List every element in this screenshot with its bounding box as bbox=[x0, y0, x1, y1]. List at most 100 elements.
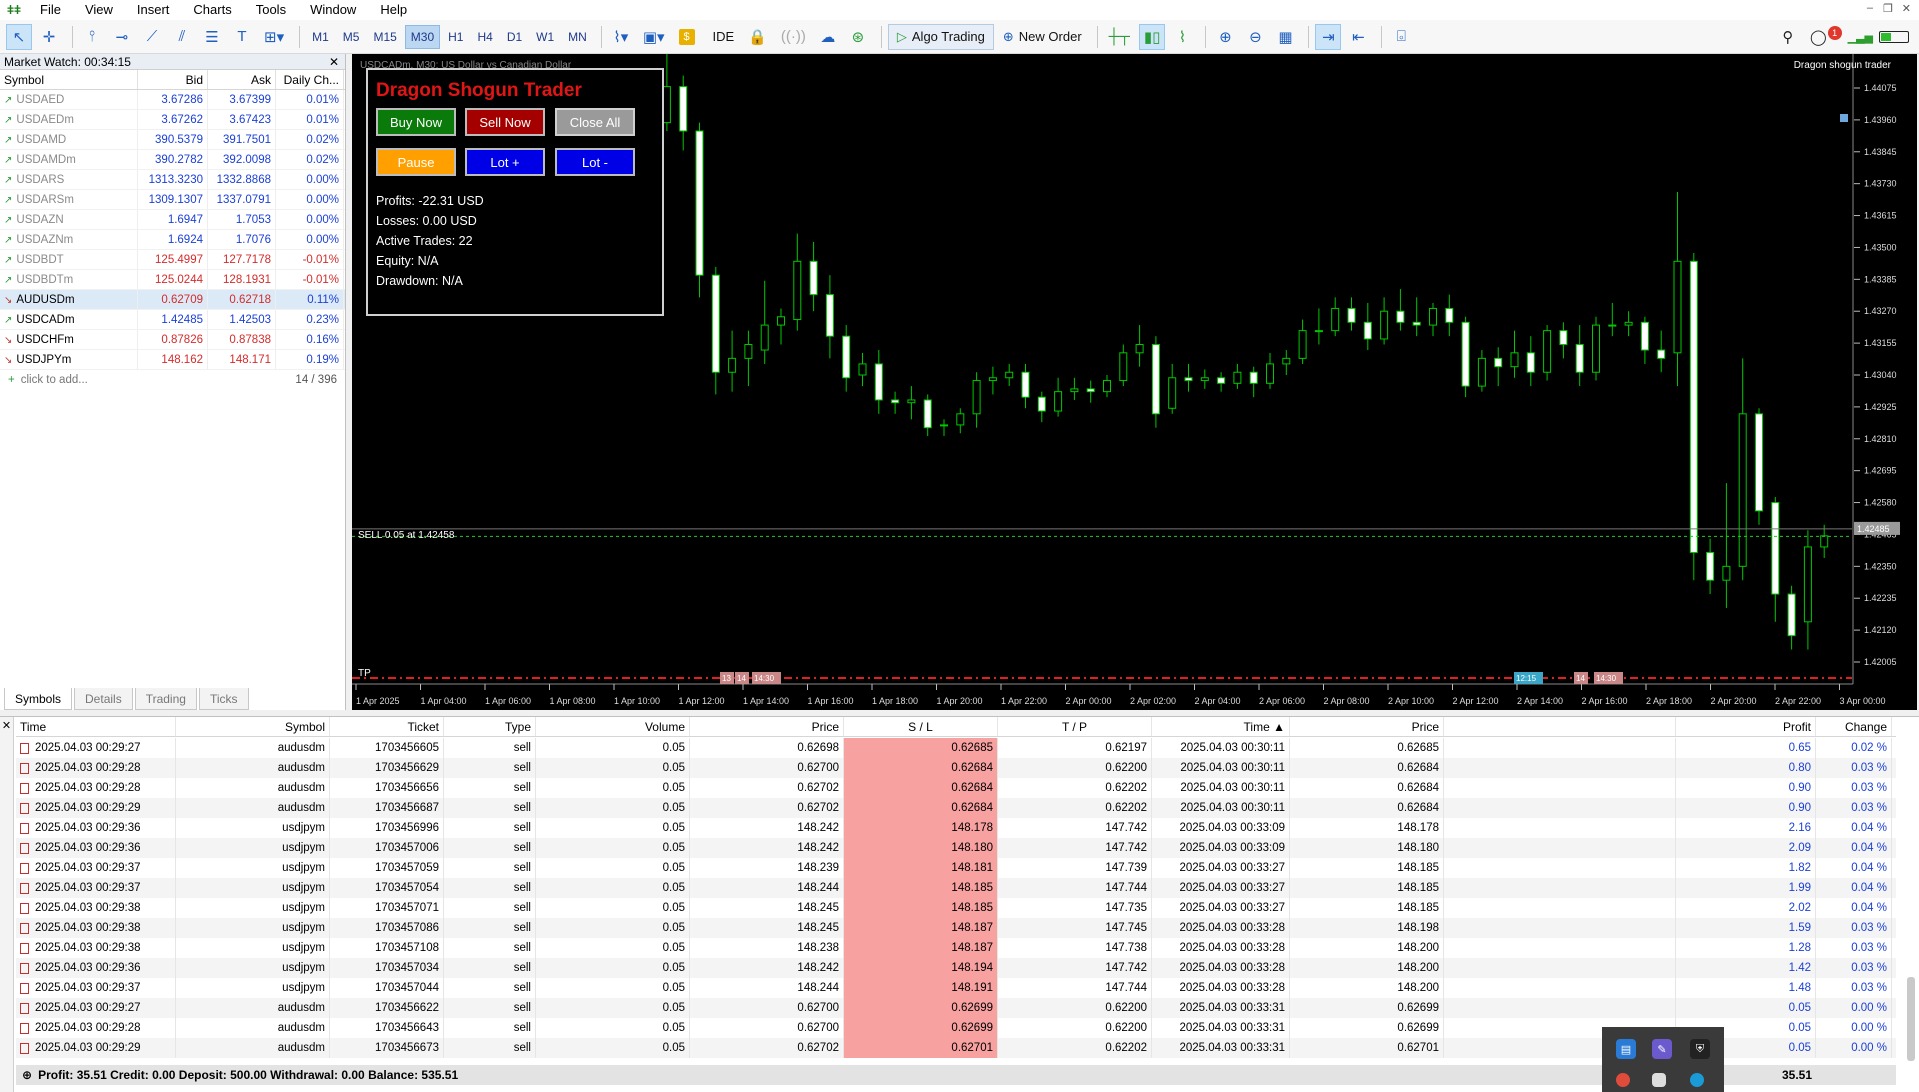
column-header-change[interactable]: Change bbox=[1816, 717, 1892, 736]
timeframe-m15[interactable]: M15 bbox=[367, 25, 402, 49]
trade-row[interactable]: 2025.04.03 00:29:38 usdjpym 1703457071 sell… bbox=[16, 898, 1896, 918]
trade-row[interactable]: 2025.04.03 00:29:37 usdjpym 1703457059 sell… bbox=[16, 858, 1896, 878]
tab-trading[interactable]: Trading bbox=[134, 688, 197, 710]
menu-window[interactable]: Window bbox=[298, 0, 368, 20]
algo-trading-button[interactable]: ▷ Algo Trading bbox=[887, 23, 994, 50]
tab-ticks[interactable]: Ticks bbox=[198, 688, 249, 710]
market-watch-row[interactable]: ↗ USDAMDm 390.2782 392.0098 0.02% bbox=[0, 150, 345, 170]
trade-row[interactable]: 2025.04.03 00:29:37 usdjpym 1703457044 sell… bbox=[16, 978, 1896, 998]
trade-row[interactable]: 2025.04.03 00:29:38 usdjpym 1703457086 sell… bbox=[16, 918, 1896, 938]
menu-tools[interactable]: Tools bbox=[244, 0, 298, 20]
zoom-in-icon[interactable]: ⊕ bbox=[1212, 24, 1238, 50]
market-watch-row[interactable]: ↗ USDAZNm 1.6924 1.7076 0.00% bbox=[0, 230, 345, 250]
market-watch-row[interactable]: ↗ USDBDTm 125.0244 128.1931 -0.01% bbox=[0, 270, 345, 290]
tab-details[interactable]: Details bbox=[74, 688, 133, 710]
column-header-ticket[interactable]: Ticket bbox=[330, 717, 444, 736]
column-header-volume[interactable]: Volume bbox=[536, 717, 690, 736]
vps-icon[interactable]: ⊛ bbox=[845, 24, 871, 50]
menu-help[interactable]: Help bbox=[368, 0, 419, 20]
menu-charts[interactable]: Charts bbox=[181, 0, 243, 20]
trade-row[interactable]: 2025.04.03 00:29:29 audusdm 1703456687 sell… bbox=[16, 798, 1896, 818]
new-order-button[interactable]: ⊕ New Order bbox=[994, 24, 1091, 50]
trade-row[interactable]: 2025.04.03 00:29:38 usdjpym 1703457108 sell… bbox=[16, 938, 1896, 958]
menu-view[interactable]: View bbox=[73, 0, 125, 20]
market-watch-row[interactable]: ↗ USDAMD 390.5379 391.7501 0.02% bbox=[0, 130, 345, 150]
office-tray-icon[interactable] bbox=[1652, 1073, 1666, 1087]
buy-now-button[interactable]: Buy Now bbox=[376, 108, 456, 136]
timeframe-mn[interactable]: MN bbox=[562, 25, 593, 49]
text-icon[interactable]: T bbox=[229, 24, 255, 50]
lot-increase-button[interactable]: Lot + bbox=[465, 148, 545, 176]
channel-icon[interactable]: ⫽ bbox=[169, 24, 195, 50]
market-watch-row[interactable]: ↘ USDCHFm 0.87826 0.87838 0.16% bbox=[0, 330, 345, 350]
screenshot-icon[interactable]: ⌻ bbox=[1388, 24, 1414, 50]
lock-icon[interactable]: 🔒 bbox=[743, 24, 772, 50]
candlestick-icon[interactable]: ▮▯ bbox=[1138, 23, 1166, 50]
trade-row[interactable]: 2025.04.03 00:29:37 usdjpym 1703457054 sell… bbox=[16, 878, 1896, 898]
app-tray-icon[interactable]: ▤ bbox=[1616, 1039, 1636, 1059]
timeframe-h4[interactable]: H4 bbox=[471, 25, 498, 49]
timeframe-m30[interactable]: M30 bbox=[404, 24, 441, 49]
cursor-icon[interactable]: ↖ bbox=[6, 23, 32, 50]
summary-expand-icon[interactable]: ⊕ bbox=[16, 1065, 32, 1085]
column-header-ask[interactable]: Ask bbox=[208, 70, 276, 89]
column-header-bid[interactable]: Bid bbox=[138, 70, 208, 89]
menu-insert[interactable]: Insert bbox=[125, 0, 182, 20]
market-watch-row[interactable]: ↗ USDAZN 1.6947 1.7053 0.00% bbox=[0, 210, 345, 230]
sell-now-button[interactable]: Sell Now bbox=[465, 108, 545, 136]
messages-icon[interactable]: ◯ bbox=[1805, 24, 1832, 50]
market-watch-row[interactable]: ↗ USDBDT 125.4997 127.7178 -0.01% bbox=[0, 250, 345, 270]
column-header-symbol[interactable]: Symbol bbox=[0, 70, 138, 89]
column-header-type[interactable]: Type bbox=[444, 717, 536, 736]
zoom-out-icon[interactable]: ⊖ bbox=[1242, 24, 1268, 50]
restore-icon[interactable]: ❐ bbox=[1883, 2, 1893, 15]
vertical-line-icon[interactable]: ⫯ bbox=[79, 24, 105, 50]
timeframe-m1[interactable]: M1 bbox=[306, 25, 335, 49]
line-chart-icon[interactable]: ⌇ bbox=[1169, 24, 1195, 50]
column-header-daily-change[interactable]: Daily Ch... bbox=[276, 70, 344, 89]
pen-tray-icon[interactable]: ✎ bbox=[1652, 1039, 1672, 1059]
close-icon[interactable]: ✕ bbox=[329, 54, 339, 70]
trade-row[interactable]: 2025.04.03 00:29:27 audusdm 1703456622 sell… bbox=[16, 998, 1896, 1018]
timeframe-h1[interactable]: H1 bbox=[442, 25, 469, 49]
market-watch-row[interactable]: ↗ USDARS 1313.3230 1332.8868 0.00% bbox=[0, 170, 345, 190]
search-icon[interactable]: ⚲ bbox=[1775, 24, 1801, 50]
trade-row[interactable]: 2025.04.03 00:29:28 audusdm 1703456629 sell… bbox=[16, 758, 1896, 778]
crosshair-icon[interactable]: ✛ bbox=[36, 24, 62, 50]
trade-row[interactable]: 2025.04.03 00:29:36 usdjpym 1703457006 sell… bbox=[16, 838, 1896, 858]
column-header-symbol[interactable]: Symbol bbox=[176, 717, 330, 736]
column-header-time-close[interactable]: Time ▲ bbox=[1152, 717, 1290, 736]
column-header-profit[interactable]: Profit bbox=[1676, 717, 1816, 736]
trade-row[interactable]: 2025.04.03 00:29:28 audusdm 1703456656 sell… bbox=[16, 778, 1896, 798]
market-watch-row[interactable]: ↘ USDJPYm 148.162 148.171 0.19% bbox=[0, 350, 345, 370]
column-header-time[interactable]: Time bbox=[16, 717, 176, 736]
trade-row[interactable]: 2025.04.03 00:29:36 usdjpym 1703456996 sell… bbox=[16, 818, 1896, 838]
market-watch-row[interactable]: ↗ USDCADm 1.42485 1.42503 0.23% bbox=[0, 310, 345, 330]
tab-symbols[interactable]: Symbols bbox=[4, 688, 73, 710]
timeframe-d1[interactable]: D1 bbox=[501, 25, 528, 49]
market-watch-row[interactable]: ↘ AUDUSDm 0.62709 0.62718 0.11% bbox=[0, 290, 345, 310]
indicators-icon[interactable]: ⌇▾ bbox=[608, 24, 634, 50]
close-icon[interactable]: ✕ bbox=[0, 719, 13, 732]
bar-chart-icon[interactable]: ┼┬ bbox=[1104, 24, 1135, 50]
fibonacci-icon[interactable]: ☰ bbox=[199, 24, 225, 50]
market-watch-row[interactable]: ↗ USDARSm 1309.1307 1337.0791 0.00% bbox=[0, 190, 345, 210]
trade-row[interactable]: 2025.04.03 00:29:36 usdjpym 1703457034 sell… bbox=[16, 958, 1896, 978]
shapes-icon[interactable]: ⊞▾ bbox=[259, 24, 289, 50]
horizontal-line-icon[interactable]: ⊸ bbox=[109, 24, 135, 50]
menu-file[interactable]: File bbox=[28, 0, 73, 20]
column-header-price[interactable]: Price bbox=[690, 717, 844, 736]
chrome-tray-icon[interactable] bbox=[1616, 1073, 1630, 1087]
dollar-icon[interactable]: $ bbox=[674, 24, 700, 50]
trade-row[interactable]: 2025.04.03 00:29:27 audusdm 1703456605 sell… bbox=[16, 738, 1896, 758]
market-watch-row[interactable]: ↗ USDAEDm 3.67262 3.67423 0.01% bbox=[0, 110, 345, 130]
edge-tray-icon[interactable] bbox=[1690, 1073, 1704, 1087]
add-symbol-row[interactable]: + click to add... 14 / 396 bbox=[0, 370, 345, 390]
terminal-scrollbar[interactable] bbox=[1907, 977, 1915, 1061]
market-watch-row[interactable]: ↗ USDAED 3.67286 3.67399 0.01% bbox=[0, 90, 345, 110]
chart-shift-icon[interactable]: ⇤ bbox=[1345, 24, 1371, 50]
column-header-current-price[interactable]: Price bbox=[1290, 717, 1444, 736]
close-all-button[interactable]: Close All bbox=[555, 108, 635, 136]
timeframe-w1[interactable]: W1 bbox=[530, 25, 560, 49]
shield-tray-icon[interactable]: ⛨ bbox=[1690, 1039, 1710, 1059]
